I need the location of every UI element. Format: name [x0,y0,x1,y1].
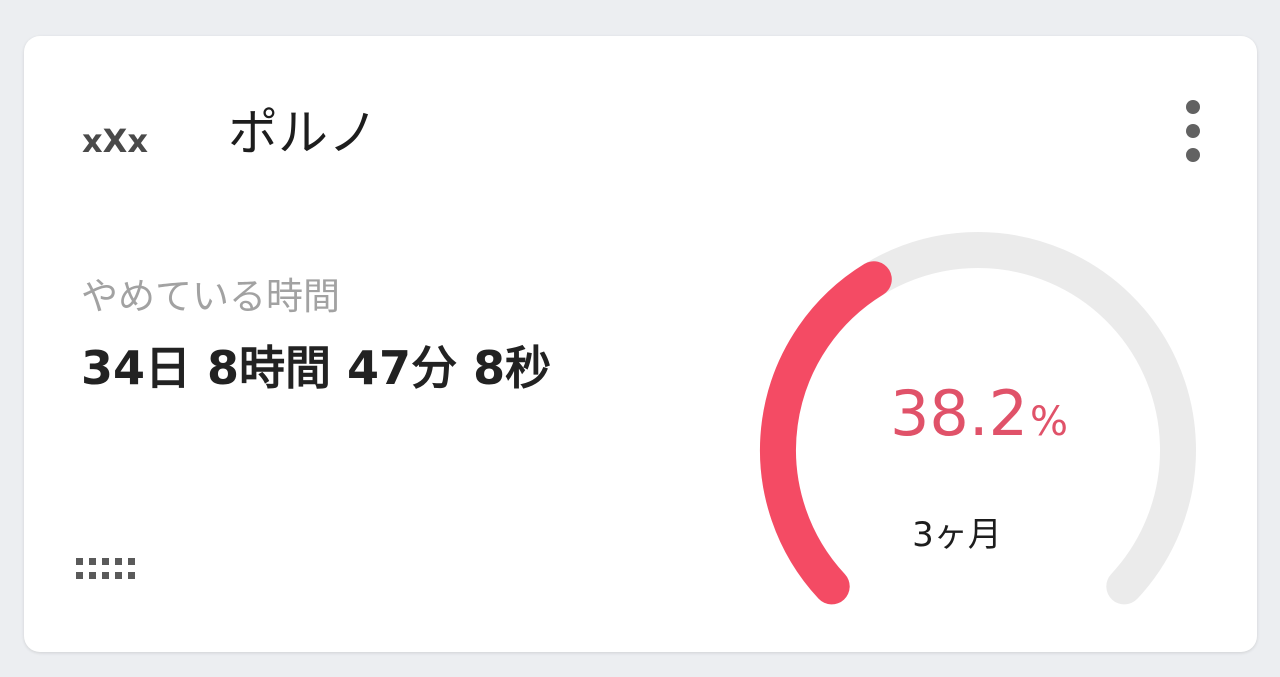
gauge-fill [759,261,892,605]
percent-unit: % [1030,399,1069,445]
elapsed-time: 34日 8時間 47分 8秒 [81,341,552,395]
abstinence-label: やめている時間 [81,275,340,318]
more-vert-icon[interactable] [1174,96,1214,166]
progress-percent: 38.2% [884,374,1074,454]
logo-text: xXx [82,122,148,160]
menu-dot [1186,148,1200,162]
drag-handle-icon[interactable] [76,556,146,582]
menu-dot [1186,124,1200,138]
addiction-card[interactable]: xXx ポルノ やめている時間 34日 8時間 47分 8秒 38.2% 3ヶ月 [24,36,1257,652]
percent-value: 38.2 [889,377,1029,450]
menu-dot [1186,100,1200,114]
goal-period: 3ヶ月 [912,515,1002,555]
card-title: ポルノ [228,104,378,162]
xxx-logo-icon: xXx [82,122,148,160]
